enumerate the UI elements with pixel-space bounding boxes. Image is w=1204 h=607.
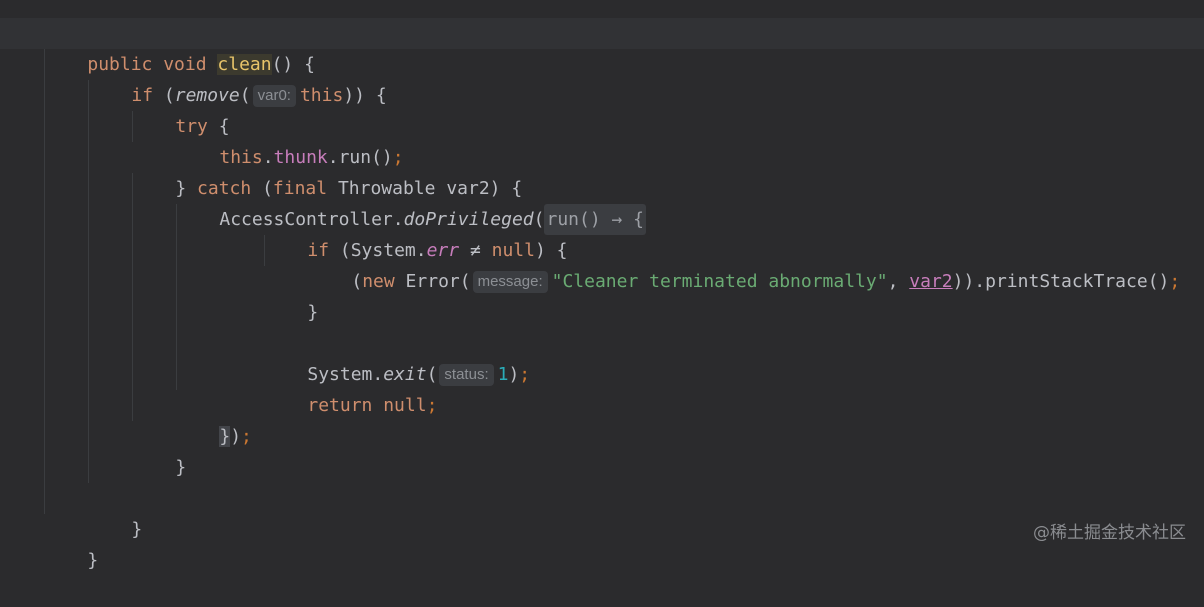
code-text: )).printStackTrace()	[952, 271, 1170, 292]
string-literal: "Cleaner terminated abnormally"	[551, 271, 888, 292]
code-line[interactable]: }	[132, 421, 186, 478]
parameter-hint: var0:	[252, 85, 296, 107]
code-line[interactable]: try {	[132, 80, 229, 137]
code-text: )	[230, 426, 242, 447]
code-line[interactable]: return null;	[264, 359, 437, 416]
code-line[interactable]: }	[44, 514, 98, 571]
parameter-hint: message:	[472, 271, 548, 293]
code-editor[interactable]: public void clean() { if (remove(var0: th…	[0, 0, 1204, 571]
code-line[interactable]: if (System.err ≠ null) {	[264, 204, 567, 261]
code-text: )	[508, 364, 520, 385]
code-line[interactable]: }	[88, 483, 142, 540]
parameter-hint: status:	[439, 364, 494, 386]
watermark: @稀土掘金技术社区	[1033, 523, 1186, 543]
semicolon: ;	[426, 395, 438, 416]
keyword: return null	[307, 395, 427, 416]
code-line[interactable]: });	[176, 390, 252, 447]
indent-guide	[44, 49, 45, 514]
keyword: new	[362, 271, 395, 292]
code-line[interactable]: this.thunk.run();	[176, 111, 403, 168]
code-line[interactable]: System.exit(status: 1);	[264, 328, 530, 386]
code-text: }	[131, 519, 143, 540]
semicolon: ;	[241, 426, 252, 447]
code-line[interactable]: }	[264, 266, 318, 323]
variable-name[interactable]: var2	[909, 271, 952, 292]
code-line[interactable]: (new Error(message: "Cleaner terminated a…	[308, 235, 1180, 293]
code-line[interactable]: } catch (final Throwable var2) {	[132, 142, 522, 199]
code-text: (	[351, 271, 363, 292]
keyword: this	[299, 85, 344, 106]
code-text: )) {	[343, 85, 387, 106]
semicolon: ;	[519, 364, 531, 385]
code-line[interactable]: public void clean() {	[44, 18, 315, 75]
code-text: }	[307, 302, 319, 323]
code-line[interactable]: if (remove(var0: this)) {	[88, 49, 387, 107]
code-text: }	[87, 550, 99, 571]
code-line[interactable]: AccessController.doPrivileged(run() → {	[176, 173, 647, 235]
code-text: (	[239, 85, 251, 106]
code-text: }	[175, 457, 187, 478]
code-text: Error(	[394, 271, 471, 292]
semicolon: ;	[1169, 271, 1181, 292]
number-literal: 1	[497, 364, 509, 385]
matched-brace: }	[219, 426, 231, 447]
code-text: ,	[887, 271, 910, 292]
